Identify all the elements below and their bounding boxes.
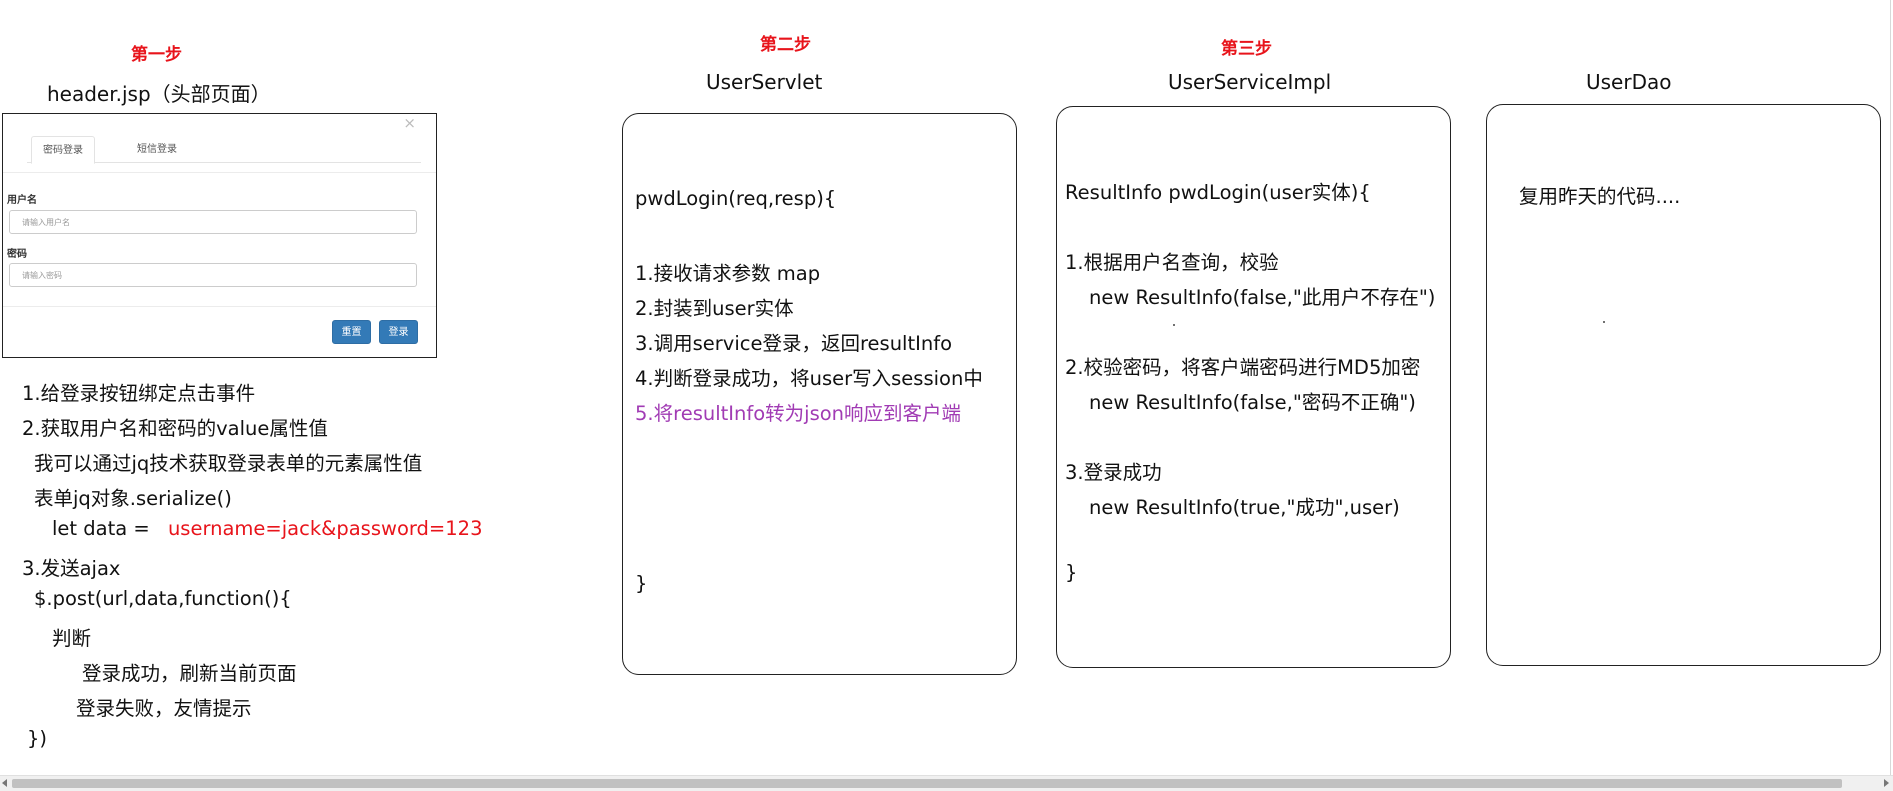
service-line: 3.登录成功: [1065, 461, 1162, 484]
service-line: new ResultInfo(false,"此用户不存在"): [1089, 286, 1436, 309]
tab-sms-login[interactable]: 短信登录: [127, 136, 187, 162]
scrollbar-thumb[interactable]: [12, 779, 1842, 788]
window-edge: [1890, 0, 1891, 775]
note-line: 登录成功，刷新当前页面: [82, 662, 297, 685]
close-icon[interactable]: ×: [403, 114, 416, 132]
servlet-line: 4.判断登录成功，将user写入session中: [635, 367, 983, 390]
login-button[interactable]: 登录: [379, 320, 418, 344]
scroll-left-icon[interactable]: [2, 779, 7, 787]
note-line: let data = username=jack&password=123: [52, 517, 483, 540]
dot-mark: [1173, 324, 1175, 326]
scroll-right-icon[interactable]: [1884, 779, 1889, 787]
service-line: new ResultInfo(true,"成功",user): [1089, 496, 1400, 519]
note-line: 2.获取用户名和密码的value属性值: [22, 417, 328, 440]
tab-password-login[interactable]: 密码登录: [31, 136, 95, 164]
service-line: 1.根据用户名查询，校验: [1065, 251, 1279, 274]
note-line: 判断: [52, 627, 92, 650]
username-label: 用户名: [7, 195, 37, 206]
note-line: 1.给登录按钮绑定点击事件: [22, 382, 256, 405]
servlet-line: 1.接收请求参数 map: [635, 262, 821, 285]
dao-line: 复用昨天的代码....: [1519, 185, 1681, 208]
header-jsp-title: header.jsp（头部页面）: [47, 82, 271, 106]
note-line: 登录失败，友情提示: [76, 697, 252, 720]
data-var-label: let data =: [52, 517, 150, 540]
note-line: $.post(url,data,function(){: [34, 587, 292, 610]
password-input[interactable]: 请输入密码: [9, 263, 417, 287]
divider: [3, 172, 436, 173]
reset-button[interactable]: 重置: [332, 320, 371, 344]
dot-mark: [1603, 321, 1605, 323]
servlet-line-highlight: 5.将resultInfo转为json响应到客户端: [635, 402, 962, 425]
serialized-data-value: username=jack&password=123: [167, 517, 483, 540]
note-line: 3.发送ajax: [22, 557, 121, 580]
horizontal-scrollbar[interactable]: [0, 775, 1893, 791]
note-line: 我可以通过jq技术获取登录表单的元素属性值: [34, 452, 423, 475]
servlet-line: }: [635, 572, 648, 595]
user-servlet-title: UserServlet: [706, 70, 823, 94]
servlet-line: 2.封装到user实体: [635, 297, 794, 320]
service-line: 2.校验密码，将客户端密码进行MD5加密: [1065, 356, 1421, 379]
user-service-impl-title: UserServiceImpl: [1168, 70, 1332, 94]
service-line: }: [1065, 561, 1078, 584]
login-tabs: 密码登录 短信登录: [27, 136, 421, 164]
password-label: 密码: [7, 249, 27, 260]
service-line: new ResultInfo(false,"密码不正确"): [1089, 391, 1416, 414]
step1-heading: 第一步: [131, 45, 182, 65]
divider: [3, 306, 436, 307]
user-dao-title: UserDao: [1586, 70, 1672, 94]
servlet-line: pwdLogin(req,resp){: [635, 187, 837, 210]
login-dialog: × 密码登录 短信登录 用户名 请输入用户名 密码 请输入密码 重置 登录: [2, 113, 437, 358]
username-input[interactable]: 请输入用户名: [9, 210, 417, 234]
step3-heading: 第三步: [1221, 39, 1272, 59]
step2-heading: 第二步: [760, 35, 811, 55]
servlet-line: 3.调用service登录，返回resultInfo: [635, 332, 953, 355]
service-line: ResultInfo pwdLogin(user实体){: [1065, 181, 1371, 204]
note-line: }): [27, 727, 48, 750]
note-line: 表单jq对象.serialize(): [34, 487, 232, 510]
